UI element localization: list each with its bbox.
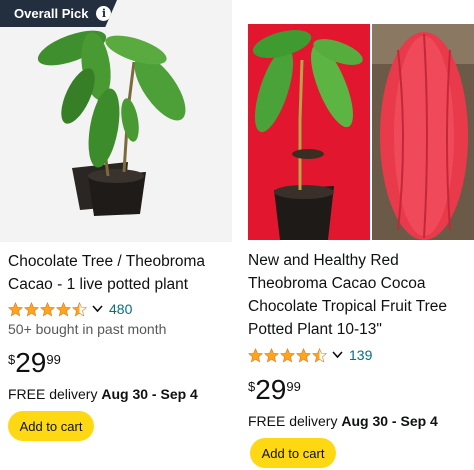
product-title-link[interactable]: New and Healthy Red Theobroma Cacao Coco… xyxy=(248,249,474,341)
cacao-seedling-image xyxy=(0,0,232,242)
star-rating[interactable]: 480 xyxy=(8,300,132,318)
star-full-icon xyxy=(280,347,295,363)
delivery-prefix: FREE delivery xyxy=(248,413,342,429)
star-half-icon xyxy=(72,301,87,317)
price-whole: 29 xyxy=(255,374,287,405)
delivery-info: FREE delivery Aug 30 - Sep 4 xyxy=(8,386,198,402)
star-full-icon xyxy=(8,301,23,317)
price-symbol: $ xyxy=(248,379,256,394)
product-image[interactable] xyxy=(248,0,474,242)
price-fraction: 99 xyxy=(46,352,61,367)
star-full-icon xyxy=(56,301,71,317)
star-full-icon xyxy=(24,301,39,317)
delivery-dates: Aug 30 - Sep 4 xyxy=(341,413,438,429)
add-to-cart-button[interactable]: Add to cart xyxy=(250,438,336,468)
chevron-down-icon[interactable] xyxy=(332,351,343,359)
delivery-dates: Aug 30 - Sep 4 xyxy=(101,386,198,402)
review-count-link[interactable]: 139 xyxy=(349,347,372,363)
bought-in-past-month: 50+ bought in past month xyxy=(8,321,167,337)
product-card: Overall Pick i Chocolate Tree / Theobrom… xyxy=(0,0,237,470)
price-symbol: $ xyxy=(8,352,16,367)
stars xyxy=(8,301,88,317)
price: $ 29 99 xyxy=(248,375,301,405)
delivery-info: FREE delivery Aug 30 - Sep 4 xyxy=(248,413,438,429)
price-whole: 29 xyxy=(15,347,47,378)
delivery-prefix: FREE delivery xyxy=(8,386,102,402)
price-fraction: 99 xyxy=(286,379,301,394)
product-card: New and Healthy Red Theobroma Cacao Coco… xyxy=(240,0,474,470)
overall-pick-badge: Overall Pick i xyxy=(0,0,117,27)
star-full-icon xyxy=(248,347,263,363)
star-rating[interactable]: 139 xyxy=(248,346,372,364)
add-to-cart-button[interactable]: Add to cart xyxy=(8,411,94,441)
star-full-icon xyxy=(264,347,279,363)
product-title-link[interactable]: Chocolate Tree / Theobroma Cacao - 1 liv… xyxy=(8,250,233,296)
cacao-plant-and-pod-image xyxy=(248,24,474,240)
review-count-link[interactable]: 480 xyxy=(109,301,132,317)
chevron-down-icon[interactable] xyxy=(92,305,103,313)
star-full-icon xyxy=(296,347,311,363)
product-image[interactable] xyxy=(0,0,232,242)
price: $ 29 99 xyxy=(8,348,61,378)
star-full-icon xyxy=(40,301,55,317)
badge-label: Overall Pick xyxy=(14,6,89,21)
star-half-icon xyxy=(312,347,327,363)
stars xyxy=(248,347,328,363)
